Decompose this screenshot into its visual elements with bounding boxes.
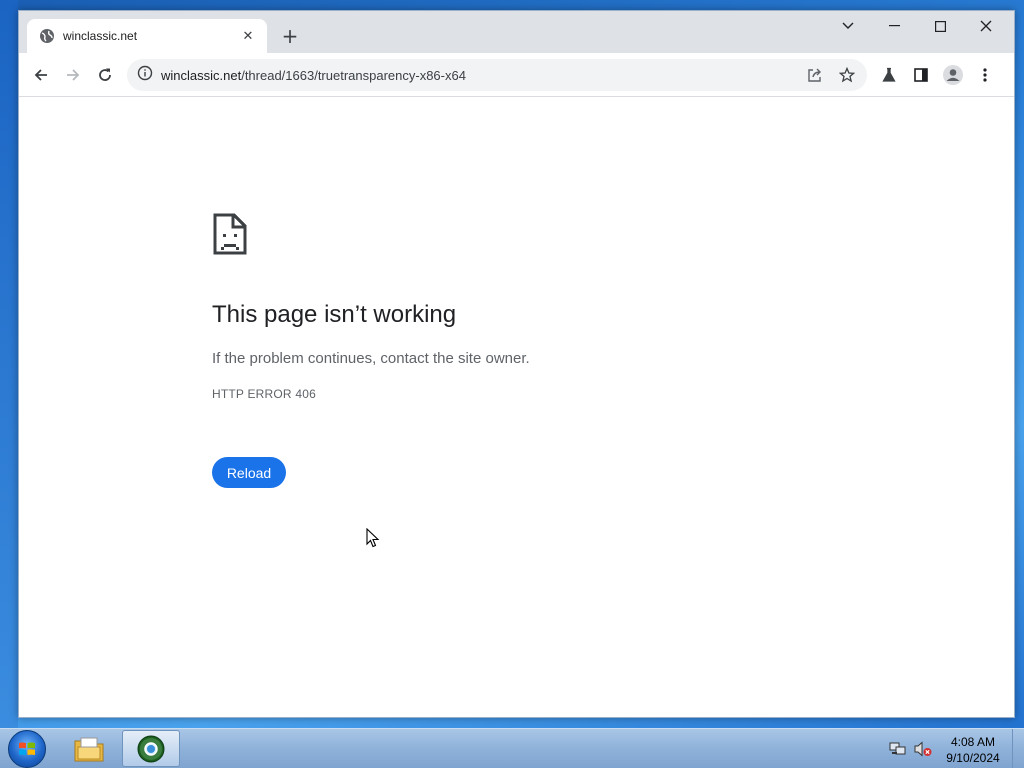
url-host: winclassic.net bbox=[161, 67, 242, 83]
error-message: If the problem continues, contact the si… bbox=[212, 350, 530, 367]
error-code: HTTP ERROR 406 bbox=[212, 387, 316, 401]
maximize-icon[interactable] bbox=[917, 11, 963, 41]
windows-start-icon[interactable] bbox=[8, 730, 46, 768]
window-close-icon[interactable] bbox=[963, 11, 1009, 41]
address-bar[interactable]: winclassic.net/thread/1663/truetranspare… bbox=[127, 59, 867, 91]
page-content: This page isn’t working If the problem c… bbox=[19, 97, 1014, 717]
volume-muted-icon[interactable] bbox=[914, 741, 932, 757]
new-tab-button[interactable]: + bbox=[277, 23, 303, 49]
url-path: /thread/1663/truetransparency-x86-x64 bbox=[241, 67, 466, 83]
network-icon[interactable] bbox=[889, 741, 907, 757]
reload-icon[interactable] bbox=[91, 61, 119, 89]
side-panel-icon[interactable] bbox=[907, 61, 935, 89]
forward-arrow-icon[interactable] bbox=[59, 61, 87, 89]
clock-time: 4:08 AM bbox=[950, 735, 996, 749]
sad-page-icon bbox=[212, 212, 248, 256]
profile-icon[interactable] bbox=[939, 61, 967, 89]
show-desktop-button[interactable] bbox=[1012, 729, 1024, 768]
share-icon[interactable] bbox=[805, 65, 825, 85]
tab-strip: winclassic.net ✕ + bbox=[19, 11, 1014, 53]
tab-search-chevron-down-icon[interactable] bbox=[825, 11, 871, 41]
file-explorer-icon[interactable] bbox=[60, 730, 118, 767]
browser-toolbar: winclassic.net/thread/1663/truetranspare… bbox=[19, 53, 1014, 97]
tab-winclassic[interactable]: winclassic.net ✕ bbox=[27, 19, 267, 53]
clock-date: 9/10/2024 bbox=[946, 751, 1000, 765]
reload-button[interactable]: Reload bbox=[212, 457, 286, 488]
page-title: This page isn’t working bbox=[212, 301, 457, 328]
globe-icon bbox=[39, 28, 55, 44]
flask-icon[interactable] bbox=[875, 61, 903, 89]
mouse-cursor-icon bbox=[366, 527, 380, 548]
tab-close-icon[interactable]: ✕ bbox=[239, 29, 257, 44]
taskbar: 4:08 AM 9/10/2024 bbox=[0, 728, 1024, 768]
system-clock[interactable]: 4:08 AM 9/10/2024 bbox=[940, 734, 1006, 766]
chrome-browser-icon[interactable] bbox=[122, 730, 180, 767]
back-arrow-icon[interactable] bbox=[27, 61, 55, 89]
tab-title: winclassic.net bbox=[63, 29, 138, 43]
desktop-background bbox=[0, 0, 18, 730]
minimize-icon[interactable] bbox=[871, 11, 917, 41]
url-text: winclassic.net/thread/1663/truetranspare… bbox=[161, 68, 466, 83]
star-icon[interactable] bbox=[837, 65, 857, 85]
kebab-menu-icon[interactable] bbox=[971, 61, 999, 89]
info-icon[interactable] bbox=[137, 65, 153, 85]
browser-window: winclassic.net ✕ + winclassic.net/thread… bbox=[18, 10, 1015, 718]
